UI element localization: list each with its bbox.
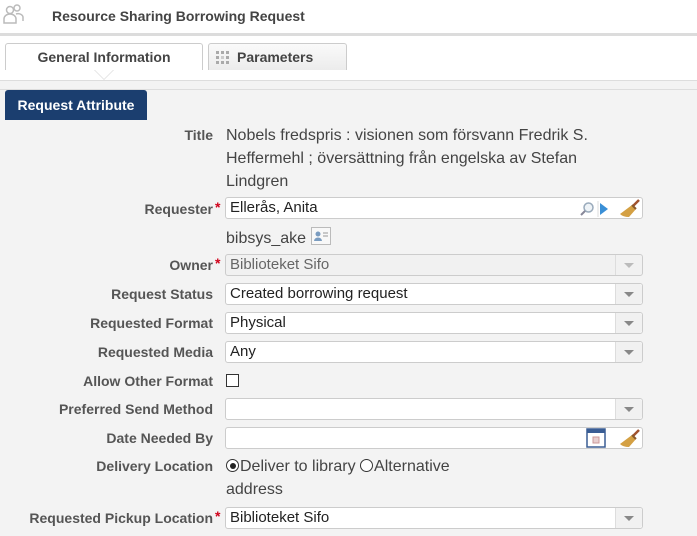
- requested-format-select[interactable]: Physical: [225, 312, 643, 334]
- chevron-down-icon: [624, 350, 634, 355]
- tab-parameters[interactable]: Parameters: [208, 43, 347, 70]
- play-arrow-icon[interactable]: [597, 201, 609, 217]
- preferred-send-method-select[interactable]: [225, 398, 643, 420]
- delivery-location-label: Delivery Location: [96, 458, 213, 474]
- title-line: Heffermehl ; översättning från engelska …: [226, 150, 578, 167]
- requested-format-value: Physical: [230, 314, 286, 331]
- section-request-attribute[interactable]: Request Attribute: [5, 90, 147, 120]
- search-icon[interactable]: [579, 201, 595, 217]
- date-needed-by-label: Date Needed By: [106, 430, 213, 446]
- owner-label: Owner: [169, 257, 213, 273]
- title-value: Nobels fredspris : visionen som försvann…: [226, 124, 588, 193]
- required-marker: *: [215, 508, 221, 524]
- owner-dropdown-button: [615, 255, 642, 275]
- tab-pointer-fill: [95, 70, 113, 79]
- chevron-down-icon: [624, 263, 634, 268]
- preferred-send-method-label: Preferred Send Method: [58, 401, 213, 417]
- required-marker: *: [215, 199, 221, 215]
- title-label: Title: [184, 127, 213, 143]
- requester-user-id: bibsys_ake: [226, 227, 331, 250]
- chevron-down-icon: [624, 407, 634, 412]
- page-title: Resource Sharing Borrowing Request: [52, 8, 305, 24]
- owner-select: Biblioteket Sifo: [225, 254, 643, 276]
- requested-media-select[interactable]: Any: [225, 341, 643, 363]
- requested-pickup-location-dropdown-button[interactable]: [615, 508, 642, 528]
- requester-input[interactable]: Ellerås, Anita: [225, 197, 643, 219]
- radio-alternative[interactable]: Alternative: [360, 458, 450, 475]
- broom-clear-icon[interactable]: [619, 429, 641, 448]
- date-needed-by-input[interactable]: [225, 427, 643, 449]
- user-id-text: bibsys_ake: [226, 230, 307, 247]
- radio-button[interactable]: [226, 459, 239, 472]
- requester-label: Requester: [144, 201, 213, 217]
- requested-media-label: Requested Media: [97, 344, 213, 360]
- calendar-icon[interactable]: [586, 428, 606, 448]
- tab-parameters-label: Parameters: [237, 49, 314, 65]
- chevron-down-icon: [624, 321, 634, 326]
- requested-media-dropdown-button[interactable]: [615, 342, 642, 362]
- tab-strip: General Information Parameters: [0, 36, 697, 81]
- allow-other-format-label: Allow Other Format: [83, 373, 213, 389]
- divider: [0, 81, 697, 90]
- request-status-dropdown-button[interactable]: [615, 284, 642, 304]
- radio-label: Alternative: [374, 458, 450, 475]
- grid-icon: [216, 51, 229, 64]
- request-status-select[interactable]: Created borrowing request: [225, 283, 643, 305]
- request-status-label: Request Status: [111, 286, 213, 302]
- radio-label: Deliver to library: [240, 458, 356, 475]
- requested-format-dropdown-button[interactable]: [615, 313, 642, 333]
- required-marker: *: [215, 255, 221, 271]
- users-group-icon: [3, 4, 24, 24]
- tab-general-information[interactable]: General Information: [5, 43, 203, 70]
- title-line: Lindgren: [226, 173, 289, 190]
- requested-pickup-location-value: Biblioteket Sifo: [230, 509, 330, 526]
- header-bar: Resource Sharing Borrowing Request: [0, 0, 697, 36]
- requested-format-label: Requested Format: [90, 315, 213, 331]
- requested-media-value: Any: [230, 343, 256, 360]
- allow-other-format-checkbox[interactable]: [226, 374, 239, 387]
- user-card-icon[interactable]: [310, 227, 331, 245]
- radio-deliver-to-library[interactable]: Deliver to library: [226, 458, 356, 475]
- requested-pickup-location-label: Requested Pickup Location: [29, 510, 213, 526]
- radio-label-continuation: address: [226, 481, 283, 498]
- requested-pickup-location-select[interactable]: Biblioteket Sifo: [225, 507, 643, 529]
- requester-value: Ellerås, Anita: [230, 199, 318, 216]
- radio-button[interactable]: [360, 459, 374, 472]
- owner-value: Biblioteket Sifo: [230, 256, 330, 273]
- preferred-send-method-dropdown-button[interactable]: [615, 399, 642, 419]
- request-status-value: Created borrowing request: [230, 285, 408, 302]
- broom-clear-icon[interactable]: [619, 199, 641, 218]
- delivery-location-options: Deliver to library Alternative address: [226, 455, 486, 501]
- chevron-down-icon: [624, 516, 634, 521]
- title-line: Nobels fredspris : visionen som försvann…: [226, 127, 588, 144]
- chevron-down-icon: [624, 292, 634, 297]
